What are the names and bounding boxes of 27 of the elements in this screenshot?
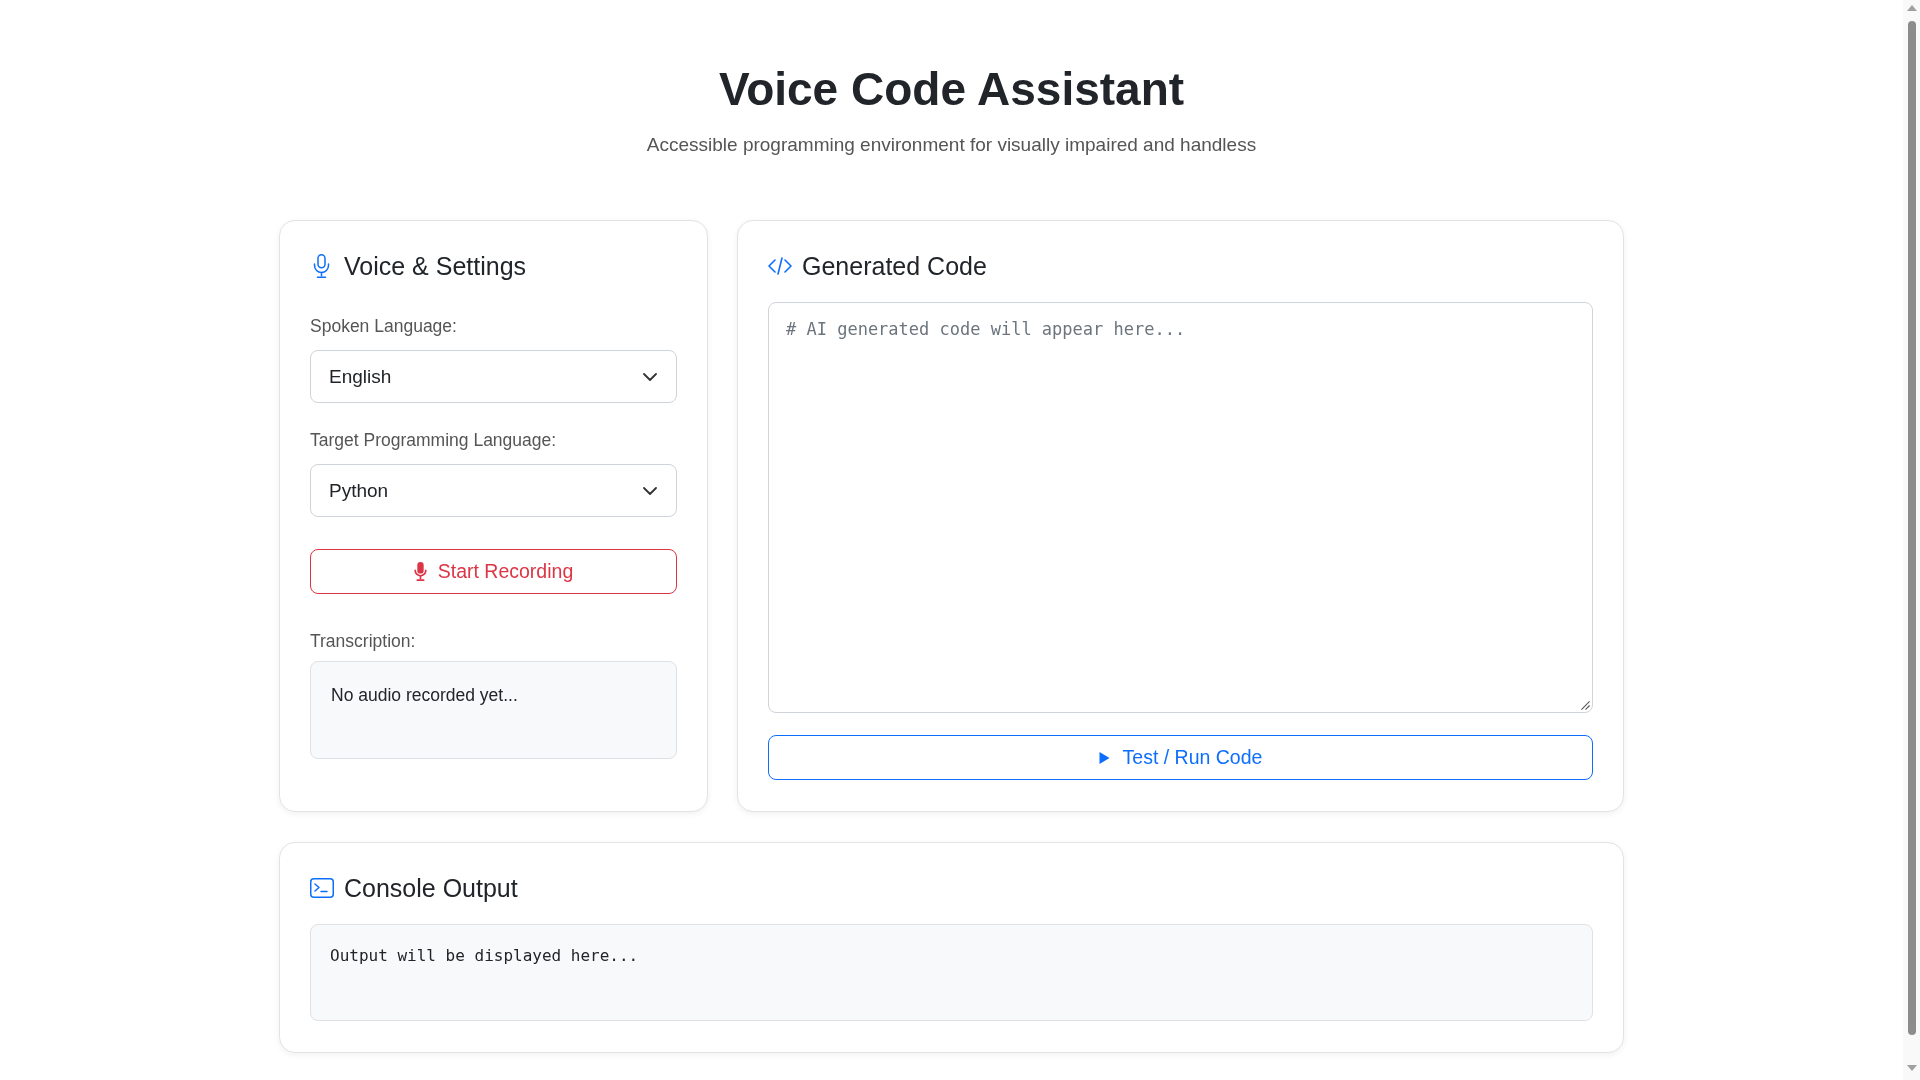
chevron-down-icon <box>643 372 657 381</box>
microphone-icon <box>413 562 427 581</box>
scrollbar[interactable] <box>1903 0 1920 1080</box>
scrollbar-thumb[interactable] <box>1907 21 1916 1035</box>
microphone-icon <box>313 254 330 278</box>
language-select[interactable]: Python <box>310 464 677 517</box>
card-title: Voice & Settings <box>344 251 527 281</box>
scroll-down-icon[interactable] <box>1906 1065 1917 1071</box>
card-title: Console Output <box>344 873 518 903</box>
transcription-box: No audio recorded yet... <box>310 661 677 759</box>
resize-grip-icon[interactable] <box>1581 701 1590 710</box>
field-label: Spoken Language: <box>310 315 457 337</box>
play-icon <box>1098 751 1110 764</box>
page-subtitle: Accessible programming environment for visually impaired and handless <box>646 133 1257 157</box>
field-label: Transcription: <box>310 630 416 652</box>
run-code-button[interactable]: Test / Run Code <box>768 735 1593 780</box>
record-button[interactable]: Start Recording <box>310 549 677 594</box>
language-select[interactable]: English <box>310 350 677 403</box>
page-title: Voice Code Assistant <box>718 62 1185 117</box>
card-title: Generated Code <box>802 251 987 281</box>
terminal-icon <box>310 878 334 898</box>
console-output: Output will be displayed here... <box>310 924 1593 1021</box>
code-icon <box>768 257 792 275</box>
scroll-up-icon[interactable] <box>1906 5 1917 11</box>
code-editor[interactable]: # AI generated code will appear here... <box>768 302 1593 713</box>
chevron-down-icon <box>643 486 657 495</box>
field-label: Target Programming Language: <box>310 429 557 451</box>
